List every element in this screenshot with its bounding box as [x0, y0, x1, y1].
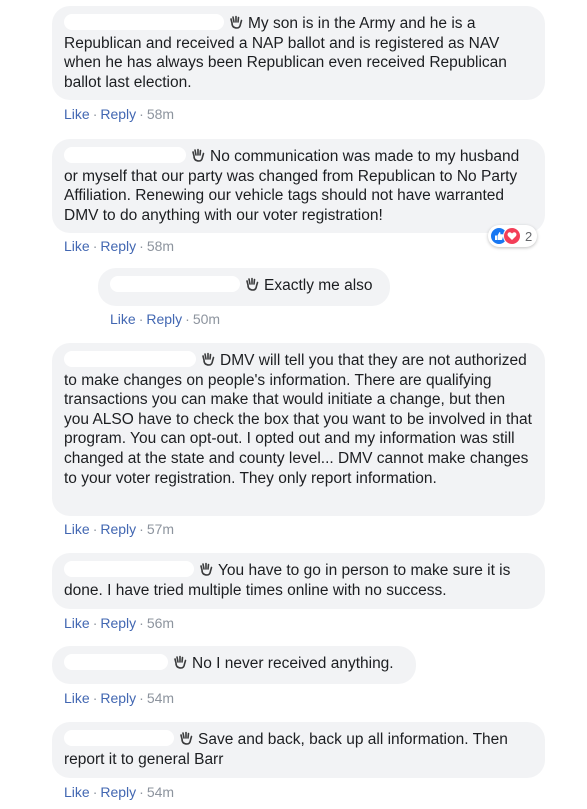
comment-bubble: Save and back, back up all information. … [52, 722, 545, 778]
reply-link[interactable]: Reply [100, 615, 136, 631]
comment-actions: Like · Reply · 50m [110, 311, 221, 327]
comment-actions: Like · Reply · 54m [64, 690, 175, 706]
comment-actions: Like · Reply · 56m [64, 615, 175, 631]
reaction-summary[interactable]: 2 [488, 225, 538, 247]
commenter-name-redacted[interactable] [64, 147, 186, 163]
comment-text: No I never received anything. [192, 655, 394, 672]
like-link[interactable]: Like [110, 311, 136, 327]
comment-actions: Like · Reply · 54m [64, 784, 175, 800]
heart-icon [503, 227, 521, 245]
reaction-count: 2 [525, 228, 533, 244]
commenter-name-redacted[interactable] [64, 14, 224, 30]
comment-actions: Like · Reply · 58m [64, 238, 175, 254]
comment-time[interactable]: 58m [147, 106, 174, 122]
commenter-name-redacted[interactable] [110, 276, 240, 292]
comment-time[interactable]: 58m [147, 238, 174, 254]
reply-link[interactable]: Reply [100, 784, 136, 800]
comment-actions: Like · Reply · 58m [64, 106, 175, 122]
comment-bubble: No I never received anything. [52, 646, 416, 684]
comment-bubble: My son is in the Army and he is a Republ… [52, 6, 545, 100]
comment-actions: Like · Reply · 57m [64, 521, 175, 537]
reply-link[interactable]: Reply [100, 690, 136, 706]
commenter-name-redacted[interactable] [64, 654, 168, 670]
comment-bubble: You have to go in person to make sure it… [52, 553, 545, 609]
like-link[interactable]: Like [64, 784, 90, 800]
like-link[interactable]: Like [64, 521, 90, 537]
comment-text: Exactly me also [264, 277, 373, 294]
wave-hand-icon [180, 731, 193, 745]
comment-bubble: DMV will tell you that they are not auth… [52, 343, 545, 516]
commenter-name-redacted[interactable] [64, 730, 174, 746]
comment-time[interactable]: 54m [147, 784, 174, 800]
wave-hand-icon [200, 562, 213, 576]
like-link[interactable]: Like [64, 106, 90, 122]
comment-time[interactable]: 54m [147, 690, 174, 706]
comment-bubble: Exactly me also [98, 268, 390, 306]
comment-time[interactable]: 56m [147, 615, 174, 631]
wave-hand-icon [230, 15, 243, 29]
like-link[interactable]: Like [64, 690, 90, 706]
commenter-name-redacted[interactable] [64, 561, 194, 577]
reply-link[interactable]: Reply [146, 311, 182, 327]
wave-hand-icon [246, 277, 259, 291]
comment-text: DMV will tell you that they are not auth… [64, 352, 532, 487]
comment-time[interactable]: 50m [193, 311, 220, 327]
wave-hand-icon [192, 148, 205, 162]
like-link[interactable]: Like [64, 238, 90, 254]
reply-link[interactable]: Reply [100, 238, 136, 254]
comment-time[interactable]: 57m [147, 521, 174, 537]
reply-link[interactable]: Reply [100, 521, 136, 537]
wave-hand-icon [174, 655, 187, 669]
reply-link[interactable]: Reply [100, 106, 136, 122]
commenter-name-redacted[interactable] [64, 351, 196, 367]
comment-bubble: No communication was made to my husband … [52, 139, 545, 233]
like-link[interactable]: Like [64, 615, 90, 631]
wave-hand-icon [202, 352, 215, 366]
